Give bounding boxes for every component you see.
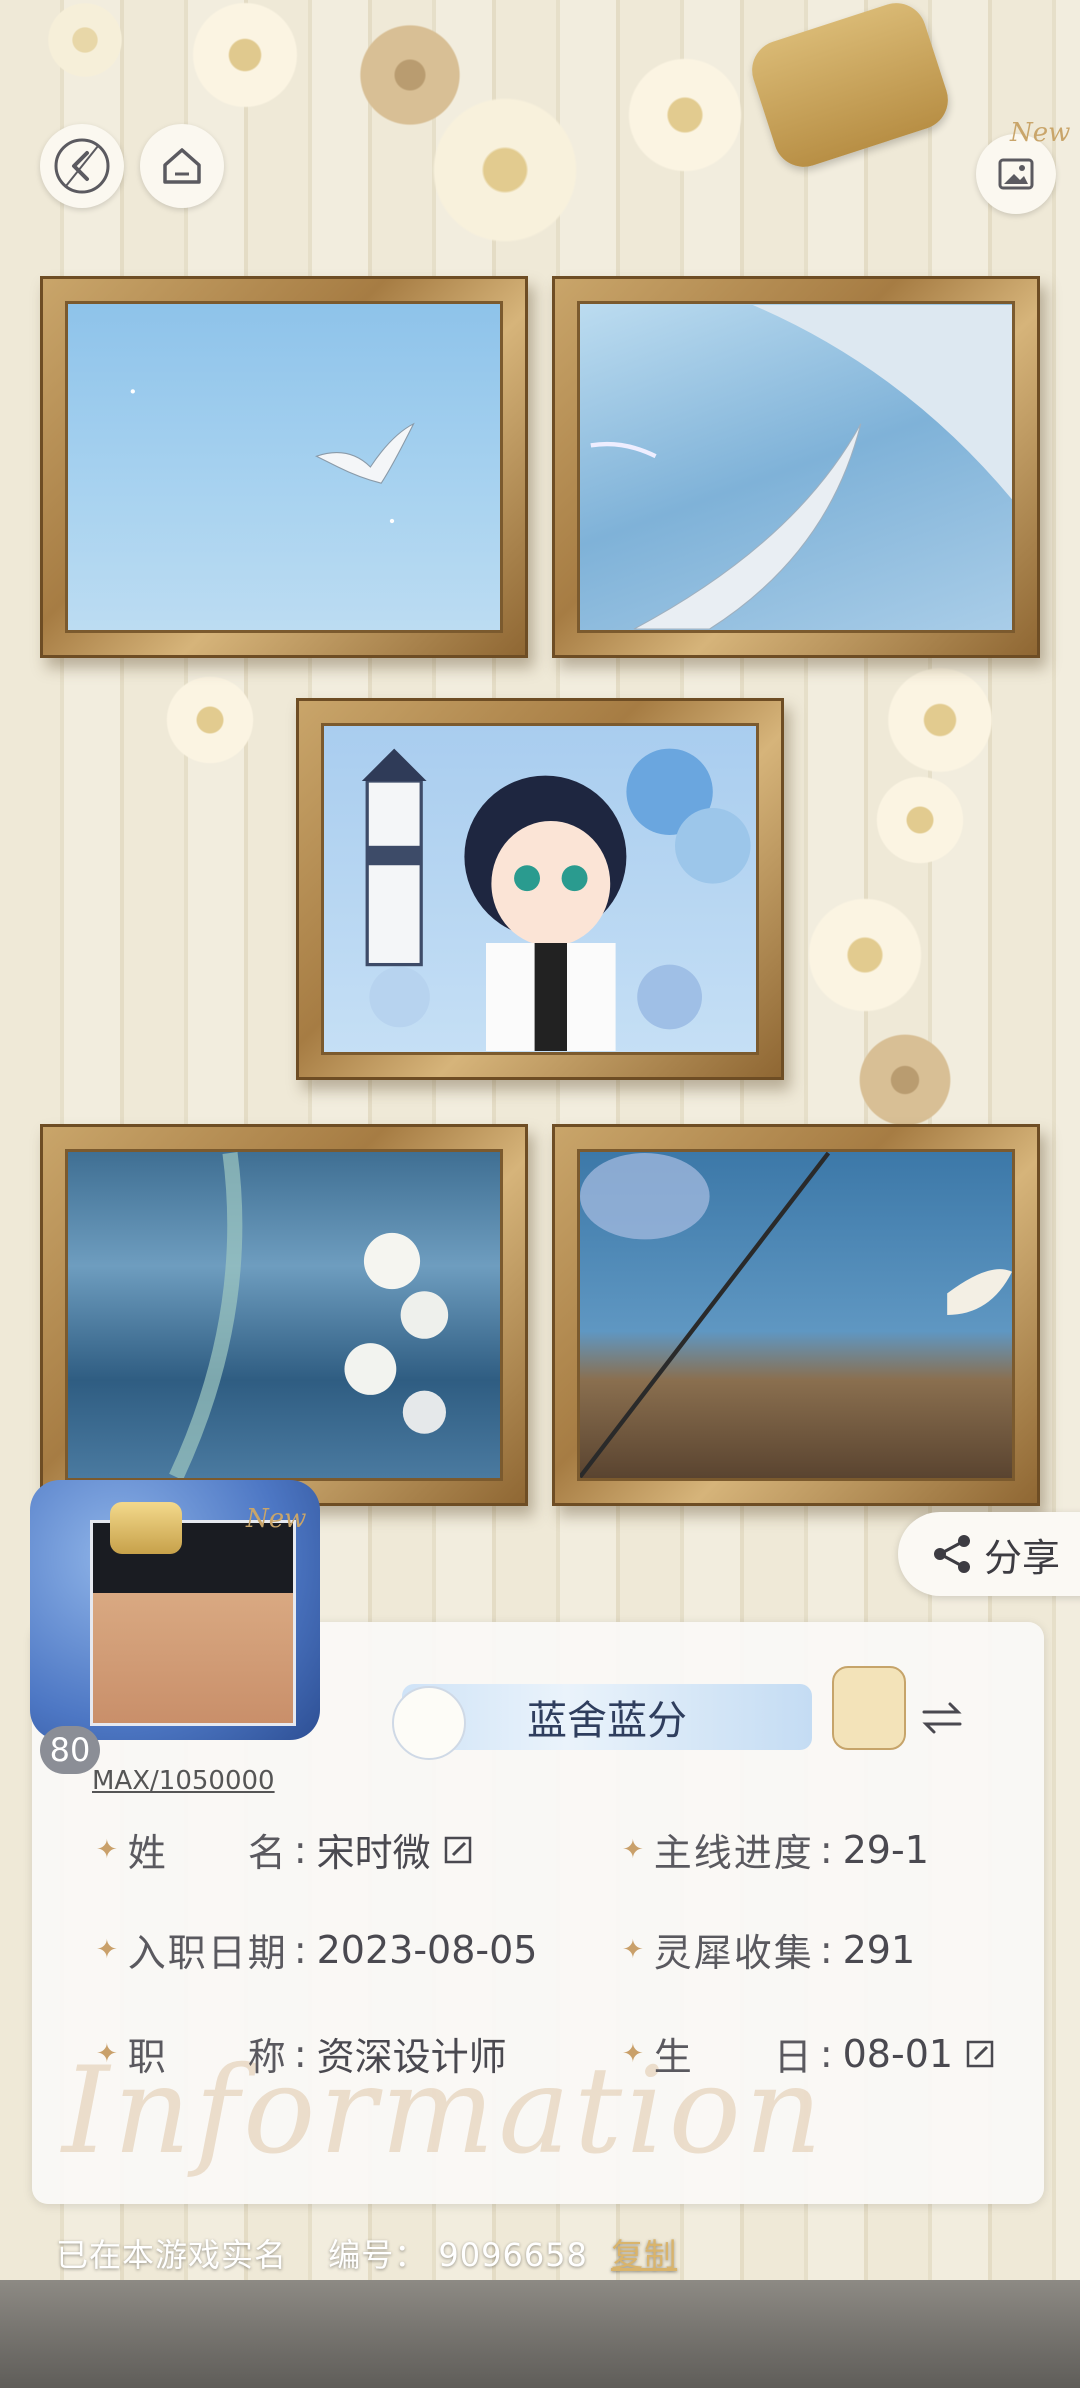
collection-value: 291 — [842, 1927, 916, 1972]
back-button[interactable] — [40, 124, 124, 208]
flower-decoration — [180, 0, 310, 110]
title-row: ✦ 职 称 : 资深设计师 — [96, 2026, 507, 2081]
edit-icon[interactable] — [443, 1835, 473, 1865]
photo-gallery-icon — [998, 158, 1034, 190]
avatar[interactable]: 80 New — [30, 1480, 320, 1774]
kitchen-background — [0, 2280, 1080, 2388]
birthday-row: ✦ 生 日 : 08-01 — [622, 2026, 995, 2081]
birthday-value: 08-01 — [842, 2031, 954, 2076]
star-icon: ✦ — [96, 1934, 118, 1965]
chibi-character-image — [361, 748, 751, 1051]
new-badge: New — [1010, 118, 1071, 148]
join-date-value: 2023-08-05 — [316, 1927, 538, 1972]
id-value: 9096658 — [438, 2236, 588, 2274]
progress-label: 主线进度 — [653, 1831, 814, 1875]
photo-frame-sea-deck[interactable] — [552, 1124, 1040, 1506]
realname-text: 已在本游戏实名 — [56, 2236, 288, 2274]
copy-button[interactable]: 复制 — [611, 2236, 677, 2274]
flower-decoration — [160, 670, 260, 770]
title-label: 职 称 — [127, 2035, 288, 2079]
separator: : — [819, 2031, 835, 2076]
home-icon — [163, 148, 201, 184]
edit-icon[interactable] — [965, 2039, 995, 2069]
flower-decoration — [40, 0, 130, 80]
level-badge: 80 — [40, 1726, 100, 1774]
separator: : — [819, 1827, 835, 1872]
name-label: 姓 名 — [127, 1831, 288, 1875]
join-date-row: ✦ 入职日期 : 2023-08-05 — [96, 1922, 537, 1977]
flower-decoration — [850, 1030, 960, 1130]
photo-frame-chibi-lighthouse[interactable] — [296, 698, 784, 1080]
flower-decoration — [800, 890, 930, 1020]
flower-decoration — [420, 90, 590, 250]
footer: 已在本游戏实名 编号： 9096658 复制 — [56, 2230, 677, 2276]
separator: : — [819, 1927, 835, 1972]
sea-deck-image — [580, 1152, 1012, 1478]
sea-flowers-image — [169, 1152, 449, 1478]
star-icon: ✦ — [622, 1934, 644, 1965]
nameplate-text: 蓝舍蓝分 — [527, 1698, 687, 1744]
star-icon: ✦ — [96, 1834, 118, 1865]
nameplate-bear-right — [832, 1666, 906, 1750]
photo-frame-seagull-sky[interactable] — [40, 276, 528, 658]
progress-row: ✦ 主线进度 : 29-1 — [622, 1822, 929, 1877]
collection-row: ✦ 灵犀收集 : 291 — [622, 1922, 915, 1977]
title-value: 资深设计师 — [316, 2035, 507, 2079]
wing-image — [590, 305, 1012, 630]
separator: : — [293, 2031, 309, 2076]
star-icon: ✦ — [622, 1834, 644, 1865]
photo-frame-wing-sky[interactable] — [552, 276, 1040, 658]
swap-icon[interactable] — [918, 1698, 966, 1738]
name-row: ✦ 姓 名 : 宋时微 — [96, 1822, 473, 1877]
photo-frame-sea-flowers[interactable] — [40, 1124, 528, 1506]
seagull-image — [130, 389, 415, 524]
avatar-crown — [110, 1502, 182, 1554]
progress-value: 29-1 — [842, 1827, 929, 1872]
birthday-label: 生 日 — [653, 2035, 814, 2079]
nameplate-bear-left — [392, 1686, 466, 1760]
id-label: 编号： — [328, 2236, 428, 2274]
home-button[interactable] — [140, 124, 224, 208]
share-icon — [934, 1535, 970, 1573]
back-arrow-icon — [54, 138, 110, 194]
separator: : — [293, 1927, 309, 1972]
collection-label: 灵犀收集 — [653, 1931, 814, 1975]
exp-text: MAX/1050000 — [92, 1766, 275, 1796]
separator: : — [293, 1827, 309, 1872]
share-button[interactable]: 分享 — [898, 1512, 1080, 1596]
star-icon: ✦ — [622, 2038, 644, 2069]
star-icon: ✦ — [96, 2038, 118, 2069]
name-value: 宋时微 — [316, 1831, 431, 1875]
avatar-new-badge: New — [246, 1504, 307, 1534]
flower-decoration — [880, 660, 1000, 780]
share-label: 分享 — [984, 1535, 1061, 1580]
flower-decoration — [870, 770, 970, 870]
join-date-label: 入职日期 — [127, 1931, 288, 1975]
flower-decoration — [620, 50, 750, 180]
